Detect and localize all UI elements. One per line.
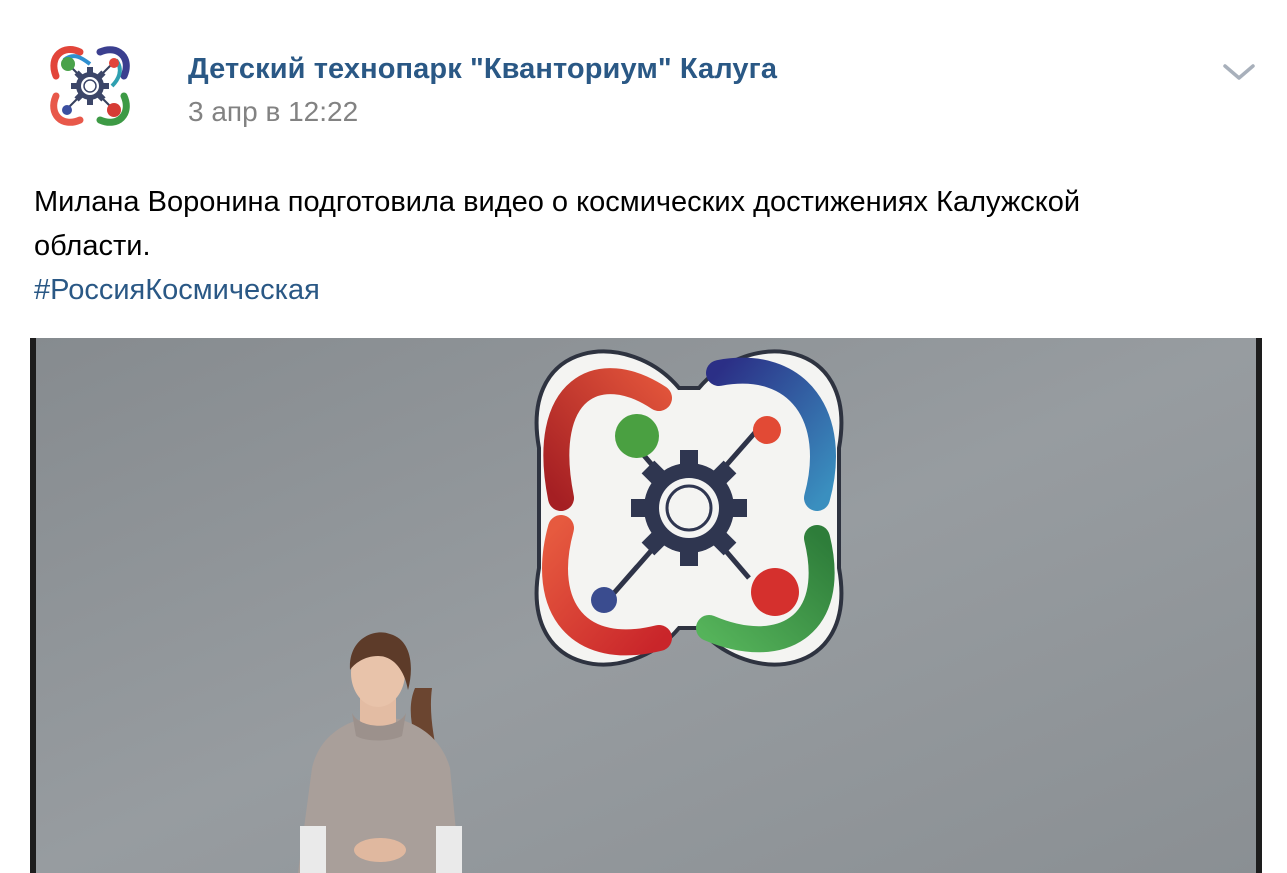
kvantorium-logo-icon	[34, 30, 146, 142]
post-text-line: области.	[34, 230, 151, 262]
video-player[interactable]	[30, 338, 1262, 873]
kvantorium-wall-logo	[534, 349, 844, 667]
post-text: Милана Воронина подготовила видео о косм…	[34, 180, 1254, 312]
chevron-down-icon[interactable]	[1219, 56, 1259, 86]
author-name[interactable]: Детский технопарк "Кванториум" Калуга	[188, 53, 777, 86]
hashtag-link[interactable]: #РоссияКосмическая	[34, 268, 1254, 312]
avatar[interactable]	[34, 30, 146, 142]
video-frame	[30, 338, 1262, 873]
post-text-line: Милана Воронина подготовила видео о косм…	[34, 186, 1081, 218]
post-header: Детский технопарк "Кванториум" Калуга 3 …	[0, 0, 1287, 150]
post-date[interactable]: 3 апр в 12:22	[188, 96, 358, 128]
